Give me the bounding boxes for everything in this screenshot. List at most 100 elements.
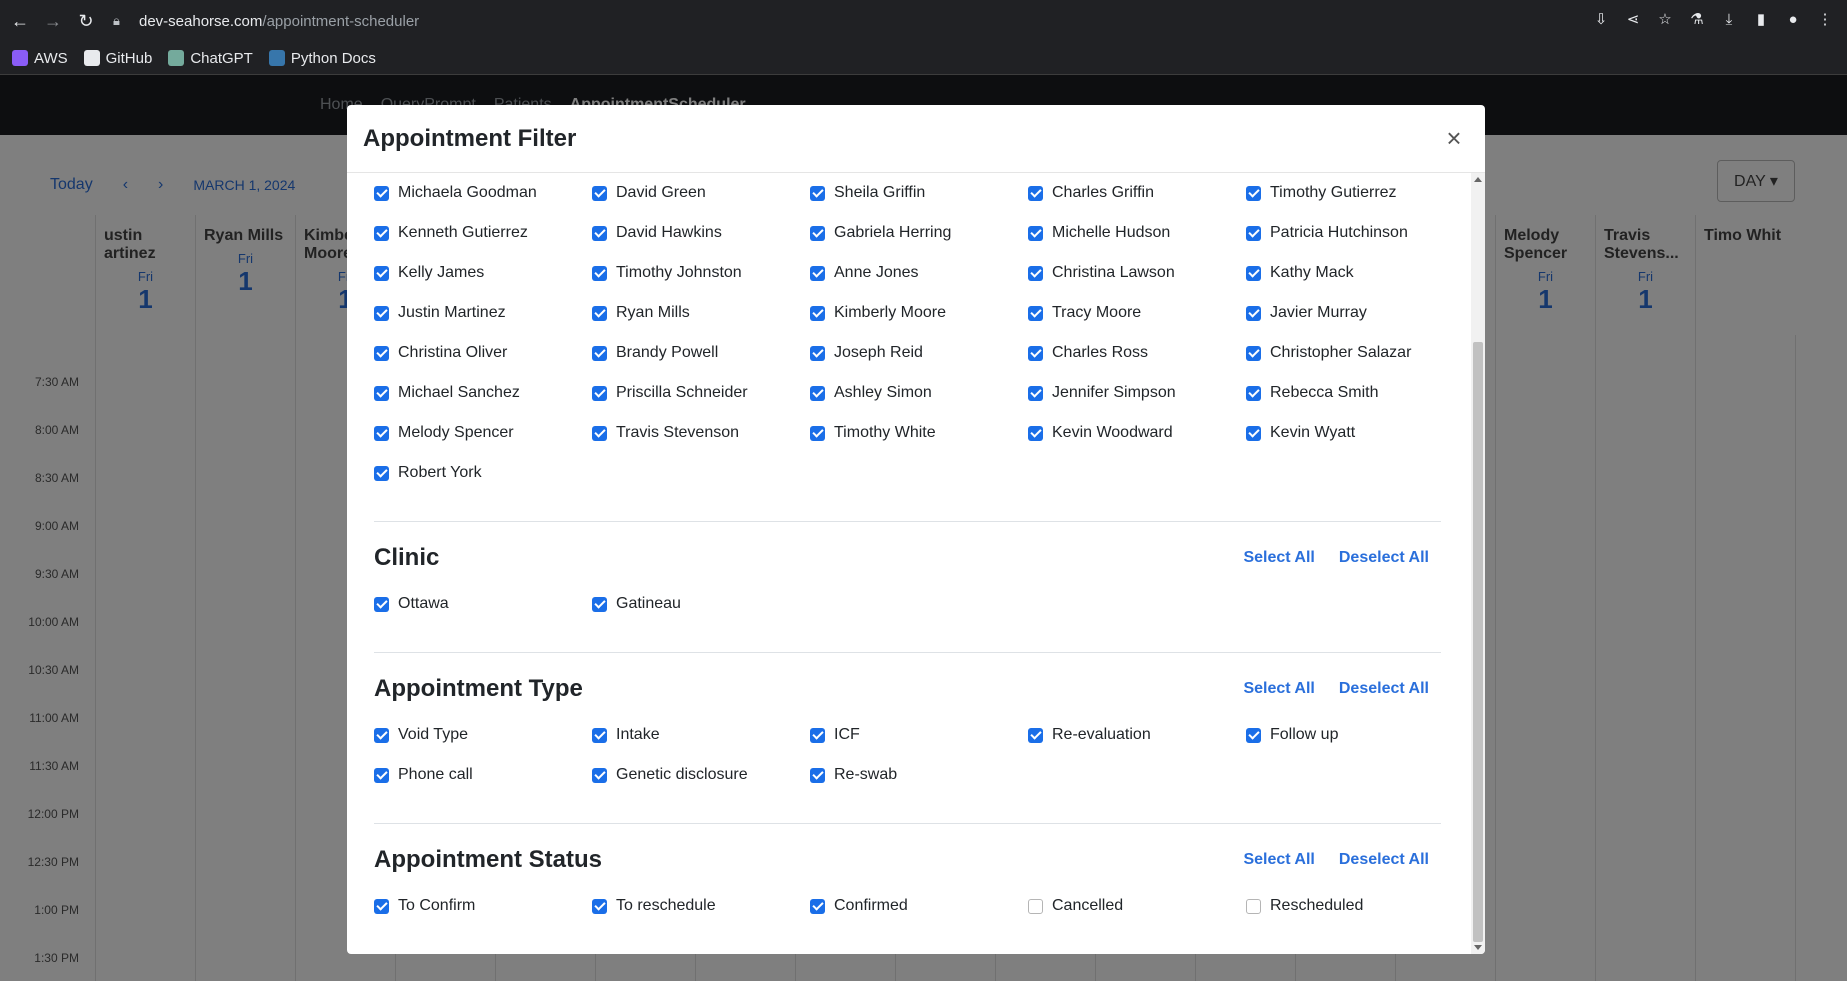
checkbox-item[interactable]: Michael Sanchez xyxy=(374,373,592,413)
checkbox-item[interactable]: Kevin Wyatt xyxy=(1246,413,1464,453)
checkbox-item[interactable]: Kenneth Gutierrez xyxy=(374,213,592,253)
checkbox-item[interactable]: Kimberly Moore xyxy=(810,293,1028,333)
select-all-button[interactable]: Select All xyxy=(1243,549,1314,567)
forward-arrow-icon[interactable]: → xyxy=(40,8,66,34)
checkbox-checked[interactable] xyxy=(374,425,389,441)
checkbox-checked[interactable] xyxy=(374,596,389,612)
checkbox-item[interactable]: Charles Griffin xyxy=(1028,173,1246,213)
checkbox-checked[interactable] xyxy=(1246,425,1261,441)
checkbox-checked[interactable] xyxy=(374,265,389,281)
checkbox-item[interactable]: Christina Oliver xyxy=(374,333,592,373)
checkbox-checked[interactable] xyxy=(810,385,825,401)
checkbox-item[interactable]: Justin Martinez xyxy=(374,293,592,333)
checkbox-checked[interactable] xyxy=(1028,345,1043,361)
back-arrow-icon[interactable]: ← xyxy=(7,8,33,34)
checkbox-checked[interactable] xyxy=(374,727,389,743)
address-bar[interactable]: 🔒︎ dev-seahorse.com/appointment-schedule… xyxy=(113,6,419,36)
deselect-all-button[interactable]: Deselect All xyxy=(1339,851,1429,869)
checkbox-item[interactable]: Timothy Gutierrez xyxy=(1246,173,1464,213)
checkbox-item[interactable]: Confirmed xyxy=(810,886,1028,926)
install-icon[interactable]: ⇩ xyxy=(1591,8,1611,30)
checkbox-checked[interactable] xyxy=(810,305,825,321)
checkbox-checked[interactable] xyxy=(374,465,389,481)
checkbox-checked[interactable] xyxy=(592,898,607,914)
checkbox-checked[interactable] xyxy=(1246,225,1261,241)
checkbox-item[interactable]: Genetic disclosure xyxy=(592,755,810,795)
checkbox-checked[interactable] xyxy=(592,305,607,321)
checkbox-checked[interactable] xyxy=(592,185,607,201)
checkbox-item[interactable]: Jennifer Simpson xyxy=(1028,373,1246,413)
checkbox-checked[interactable] xyxy=(374,225,389,241)
checkbox-item[interactable]: Charles Ross xyxy=(1028,333,1246,373)
checkbox-checked[interactable] xyxy=(810,767,825,783)
checkbox-checked[interactable] xyxy=(592,425,607,441)
checkbox-item[interactable]: Ashley Simon xyxy=(810,373,1028,413)
checkbox-item[interactable]: Priscilla Schneider xyxy=(592,373,810,413)
checkbox-item[interactable]: Timothy White xyxy=(810,413,1028,453)
checkbox-item[interactable]: Sheila Griffin xyxy=(810,173,1028,213)
checkbox-item[interactable]: To Confirm xyxy=(374,886,592,926)
checkbox-checked[interactable] xyxy=(1028,225,1043,241)
checkbox-item[interactable]: Travis Stevenson xyxy=(592,413,810,453)
checkbox-item[interactable]: Void Type xyxy=(374,715,592,755)
checkbox-item[interactable]: Patricia Hutchinson xyxy=(1246,213,1464,253)
checkbox-unchecked[interactable] xyxy=(1028,898,1043,914)
checkbox-item[interactable]: Gatineau xyxy=(592,584,810,624)
checkbox-item[interactable]: Ryan Mills xyxy=(592,293,810,333)
checkbox-checked[interactable] xyxy=(810,727,825,743)
checkbox-checked[interactable] xyxy=(592,265,607,281)
menu-icon[interactable]: ⋮ xyxy=(1815,8,1835,30)
checkbox-item[interactable]: Javier Murray xyxy=(1246,293,1464,333)
checkbox-checked[interactable] xyxy=(1028,425,1043,441)
checkbox-checked[interactable] xyxy=(1246,385,1261,401)
checkbox-unchecked[interactable] xyxy=(1246,898,1261,914)
checkbox-item[interactable]: To reschedule xyxy=(592,886,810,926)
checkbox-item[interactable]: Melody Spencer xyxy=(374,413,592,453)
checkbox-checked[interactable] xyxy=(374,185,389,201)
checkbox-item[interactable]: Tracy Moore xyxy=(1028,293,1246,333)
download-icon[interactable]: ⤓ xyxy=(1719,8,1739,30)
checkbox-item[interactable]: Rebecca Smith xyxy=(1246,373,1464,413)
checkbox-checked[interactable] xyxy=(1246,185,1261,201)
checkbox-checked[interactable] xyxy=(592,727,607,743)
checkbox-checked[interactable] xyxy=(592,385,607,401)
modal-scrollbar[interactable] xyxy=(1471,173,1485,954)
scroll-down-arrow-icon[interactable] xyxy=(1474,945,1482,950)
checkbox-item[interactable]: Brandy Powell xyxy=(592,333,810,373)
sidepanel-icon[interactable]: ▮ xyxy=(1751,8,1771,30)
checkbox-item[interactable]: David Green xyxy=(592,173,810,213)
checkbox-checked[interactable] xyxy=(810,265,825,281)
checkbox-item[interactable]: Timothy Johnston xyxy=(592,253,810,293)
checkbox-item[interactable]: Kathy Mack xyxy=(1246,253,1464,293)
checkbox-item[interactable]: Ottawa xyxy=(374,584,592,624)
checkbox-checked[interactable] xyxy=(592,596,607,612)
bookmark-item[interactable]: AWS xyxy=(12,50,68,67)
checkbox-checked[interactable] xyxy=(1246,265,1261,281)
checkbox-checked[interactable] xyxy=(592,767,607,783)
checkbox-item[interactable]: Follow up xyxy=(1246,715,1464,755)
bookmark-item[interactable]: Python Docs xyxy=(268,50,376,67)
checkbox-checked[interactable] xyxy=(1246,345,1261,361)
checkbox-item[interactable]: David Hawkins xyxy=(592,213,810,253)
checkbox-checked[interactable] xyxy=(592,345,607,361)
checkbox-checked[interactable] xyxy=(810,898,825,914)
checkbox-item[interactable]: ICF xyxy=(810,715,1028,755)
checkbox-checked[interactable] xyxy=(592,225,607,241)
checkbox-checked[interactable] xyxy=(374,385,389,401)
checkbox-item[interactable]: Michelle Hudson xyxy=(1028,213,1246,253)
checkbox-item[interactable]: Robert York xyxy=(374,453,592,493)
labs-icon[interactable]: ⚗ xyxy=(1687,8,1707,30)
checkbox-item[interactable]: Michaela Goodman xyxy=(374,173,592,213)
deselect-all-button[interactable]: Deselect All xyxy=(1339,549,1429,567)
checkbox-item[interactable]: Joseph Reid xyxy=(810,333,1028,373)
deselect-all-button[interactable]: Deselect All xyxy=(1339,680,1429,698)
select-all-button[interactable]: Select All xyxy=(1243,851,1314,869)
checkbox-item[interactable]: Re-swab xyxy=(810,755,1028,795)
checkbox-checked[interactable] xyxy=(374,898,389,914)
checkbox-item[interactable]: Intake xyxy=(592,715,810,755)
bookmark-item[interactable]: GitHub xyxy=(83,50,152,67)
checkbox-item[interactable]: Gabriela Herring xyxy=(810,213,1028,253)
checkbox-checked[interactable] xyxy=(1246,727,1261,743)
checkbox-checked[interactable] xyxy=(1028,305,1043,321)
scroll-up-arrow-icon[interactable] xyxy=(1474,177,1482,182)
